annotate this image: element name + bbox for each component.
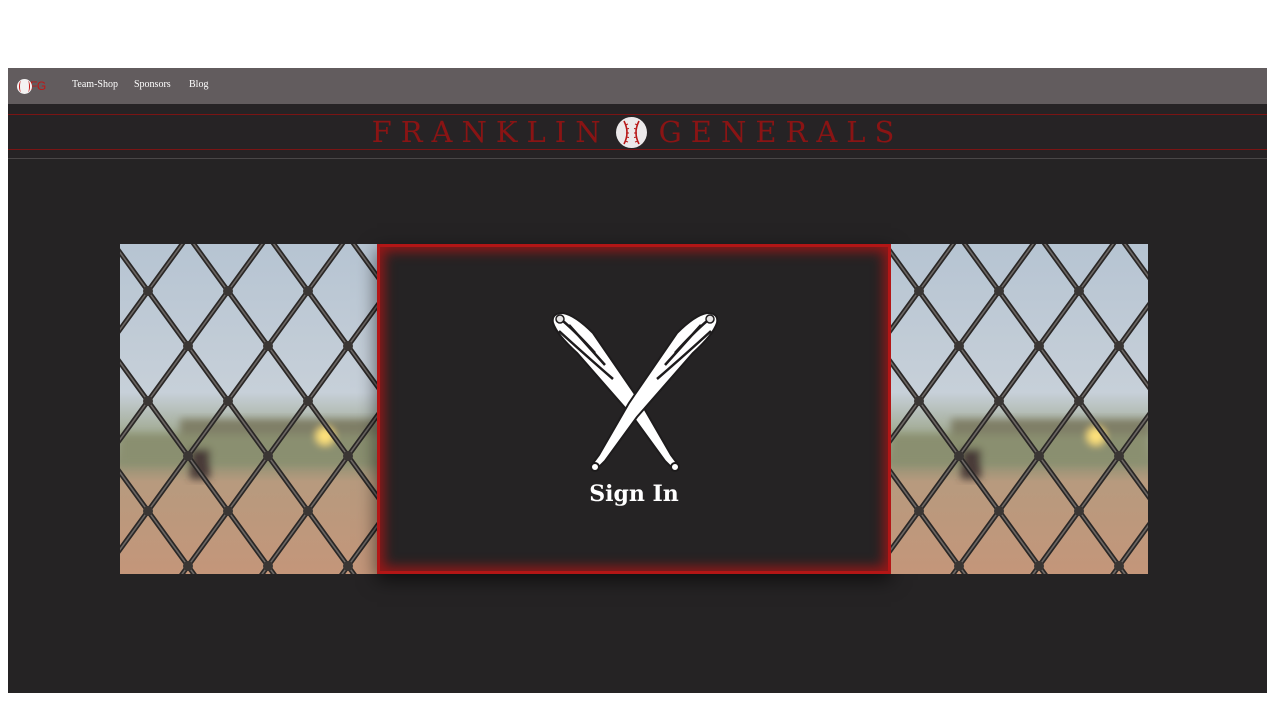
site-title-left: FRANKLIN [371, 115, 610, 149]
app-window: FG Team-Shop Sponsors Blog FRANKLIN GENE… [8, 68, 1267, 693]
nav-link-blog[interactable]: Blog [189, 79, 208, 90]
title-banner: FRANKLIN GENERALS [8, 104, 1267, 159]
banner-divider [8, 158, 1267, 159]
sign-in-label: Sign In [589, 481, 679, 507]
baseball-icon [615, 116, 647, 148]
sign-in-button[interactable]: Sign In [377, 244, 891, 574]
crossed-bats-icon [551, 311, 719, 472]
chain-link-fence-image-left [120, 244, 377, 574]
site-title: FRANKLIN GENERALS [8, 114, 1267, 150]
brand-logo-text: FG [30, 79, 46, 93]
nav-link-sponsors[interactable]: Sponsors [134, 79, 171, 90]
hero-section: Sign In [120, 244, 1148, 574]
nav-link-team-shop[interactable]: Team-Shop [72, 79, 118, 90]
baseball-icon [17, 78, 32, 94]
chain-link-fence-image-right [891, 244, 1148, 574]
top-navbar: FG Team-Shop Sponsors Blog [8, 68, 1267, 104]
brand-logo-link[interactable]: FG [17, 76, 53, 96]
site-title-right: GENERALS [658, 115, 904, 149]
